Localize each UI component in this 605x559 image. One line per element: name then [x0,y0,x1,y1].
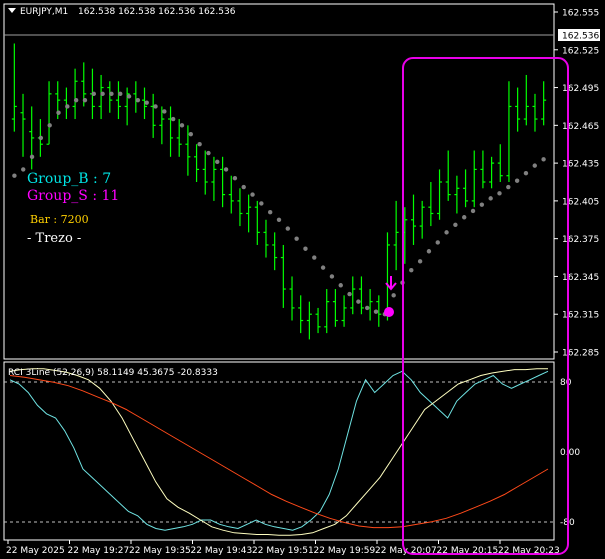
psar-dot [470,208,476,214]
psar-dot [250,192,255,197]
psar-dot [179,123,185,128]
psar-dot [47,123,52,128]
psar-dot [338,283,343,288]
time-label: 22 May 19:43 [191,546,253,556]
price-tick-label: 162.525 [562,46,599,56]
trading-chart[interactable]: EURJPY,M1 162.538 162.538 162.536 162.53… [0,0,605,559]
time-label: 22 May 19:51 [252,546,314,556]
psar-dot [215,159,220,165]
psar-dot [126,94,132,99]
psar-dot [144,100,149,105]
psar-dot [426,249,432,254]
psar-dot [356,299,361,304]
time-label: 22 May 2025 [6,546,65,556]
time-label: 22 May 19:27 [68,546,130,556]
psar-dot [223,167,229,172]
psar-dot [435,240,440,245]
psar-dot [462,215,467,220]
psar-dot [409,267,414,273]
psar-dot [285,226,291,231]
psar-dot [276,217,282,222]
psar-dot [188,131,194,137]
psar-dot [523,170,529,176]
current-price-tag: 162.536 [558,29,600,42]
symbol-header: EURJPY,M1 162.538 162.538 162.536 162.53… [8,7,236,17]
psar-dot [444,230,449,235]
psar-dot [118,91,123,97]
psar-dot [514,178,520,183]
group-b-label: Group_B : 7 [27,171,111,187]
level-0-label: 0.00 [560,448,580,458]
rci-title: RCI 3Line (52,26,9) 58.1149 45.3675 -20.… [8,368,218,378]
psar-dot [347,291,352,297]
price-axis: 162.555162.525162.495162.465162.435162.4… [554,9,599,359]
psar-dot [479,202,485,207]
psar-dot [12,173,17,178]
psar-dot [312,255,317,260]
psar-dot [21,167,26,172]
ohlc-values: 162.538 162.538 162.536 162.536 [78,7,236,17]
psar-dot [135,97,141,103]
psar-dot [541,157,546,162]
trezo-label: - Trezo - [27,231,81,246]
time-label: 22 May 19:35 [129,546,191,556]
psar-dot [56,110,61,115]
psar-dot [100,91,105,97]
current-price-value: 162.536 [562,32,599,42]
dot-icon [384,307,394,317]
psar-dot [170,116,176,122]
psar-dot [294,236,299,241]
psar-dot [65,104,70,109]
indicator-panel[interactable] [3,361,555,541]
symbol-title: EURJPY,M1 [20,7,68,17]
price-tick-label: 162.555 [562,9,599,19]
psar-dot [259,201,264,206]
psar-dot [153,104,158,109]
psar-dot [73,97,79,103]
psar-dot [417,259,423,264]
psar-dot [391,293,396,298]
bar-count-label: Bar : 7200 [30,213,89,226]
psar-dot [109,91,114,97]
psar-dot [38,135,44,141]
psar-dot [532,163,537,168]
psar-dot [206,150,211,156]
psar-dot [162,109,167,114]
psar-dot [453,222,458,228]
psar-dot [303,246,308,251]
psar-dot [364,305,370,311]
psar-dot [82,97,88,103]
psar-dot [506,184,511,190]
psar-dot [488,196,493,201]
psar-dot [373,309,379,314]
psar-dot [320,265,326,270]
level-80-label: 80 [560,378,572,388]
psar-dot [241,184,246,190]
psar-dot [91,91,96,97]
psar-dot [197,142,202,147]
psar-dot [29,154,35,160]
psar-dot [267,210,273,215]
time-label: 22 May 19:59 [314,546,376,556]
psar-dot [329,274,335,279]
psar-dot [232,176,238,181]
group-s-label: Group_S : 11 [27,188,119,204]
psar-dot [497,191,502,196]
